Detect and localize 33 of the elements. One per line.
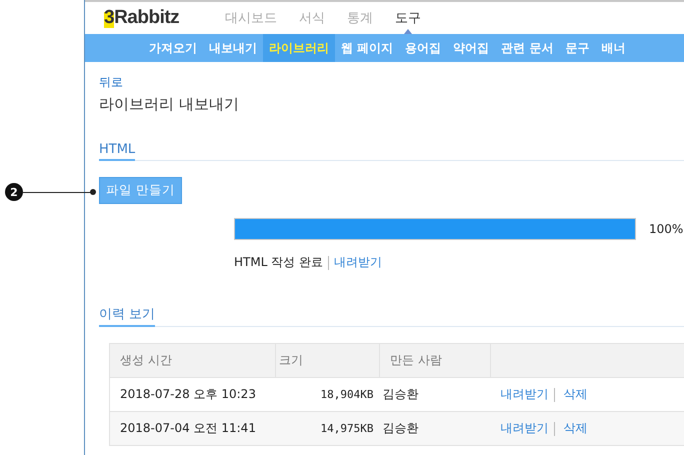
sub-nav-tab[interactable]: 관련 문서 [495, 34, 560, 62]
sub-nav-tab[interactable]: 문구 [559, 34, 596, 62]
nav-tab[interactable]: 대시보드 [225, 9, 277, 27]
nav-tab[interactable]: 도구 [395, 9, 421, 27]
column-header: 크기 [276, 344, 380, 378]
sub-nav-tab[interactable]: 가져오기 [143, 34, 203, 62]
sub-nav-tab[interactable]: 라이브러리 [263, 34, 335, 62]
sub-nav-tab[interactable]: 약어집 [447, 34, 496, 62]
callout-number: 2 [5, 183, 23, 201]
nav-tab[interactable]: 서식 [299, 9, 325, 27]
sub-nav-tab[interactable]: 용어집 [399, 34, 448, 62]
back-link[interactable]: 뒤로 [99, 74, 684, 91]
action-link[interactable]: 내려받기 [500, 387, 548, 401]
section-tab[interactable]: HTML [99, 142, 136, 161]
action-link[interactable]: 삭제 [563, 421, 588, 435]
table-cell: 김승환 [380, 412, 490, 446]
download-link[interactable]: 내려받기 [334, 254, 382, 271]
create-file-button[interactable]: 파일 만들기 [99, 177, 182, 204]
action-link[interactable]: 삭제 [563, 387, 588, 401]
progress-reading: 100% [649, 222, 684, 236]
sub-nav-tab[interactable]: 웹 페이지 [335, 34, 400, 62]
logo[interactable]: 3Rabbitz [104, 7, 225, 29]
column-header: 생성 시간 [110, 344, 276, 378]
column-header: 만든 사람 [380, 344, 490, 378]
page-title: 라이브러리 내보내기 [99, 95, 240, 114]
nav-tab[interactable]: 통계 [347, 9, 373, 27]
sub-nav-tab[interactable]: 배너 [595, 34, 632, 62]
action-link[interactable]: 내려받기 [500, 421, 548, 435]
status-text: HTML 작성 완료 [234, 254, 324, 271]
table-cell: 2018-07-04 오전 11:41 [110, 412, 276, 446]
section-tab[interactable]: 이력 보기 [99, 305, 156, 327]
sub-nav-tab[interactable]: 내보내기 [203, 34, 263, 62]
table-cell: 14,975KB [276, 412, 380, 446]
